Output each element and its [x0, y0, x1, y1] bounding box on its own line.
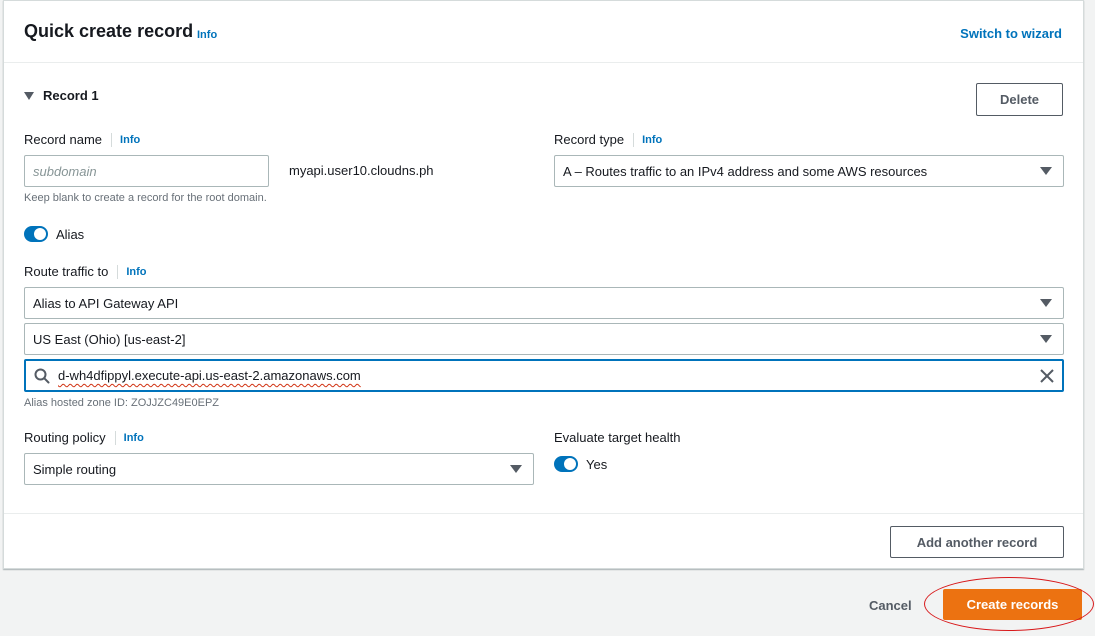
evaluate-health-yes-label: Yes: [586, 457, 608, 472]
switch-to-wizard-link[interactable]: Switch to wizard: [960, 26, 1062, 41]
record-type-label: Record type: [554, 132, 625, 147]
evaluate-health-label: Evaluate target health: [554, 430, 681, 445]
region-select[interactable]: US East (Ohio) [us-east-2]: [24, 323, 1064, 355]
label-separator: [633, 132, 635, 147]
route-traffic-label-row: Route traffic to Info: [24, 264, 146, 279]
record-title: Record 1: [43, 88, 99, 103]
close-icon[interactable]: [1040, 369, 1054, 383]
create-records-button[interactable]: Create records: [943, 589, 1082, 620]
evaluate-health-toggle[interactable]: [554, 456, 578, 472]
add-another-record-button[interactable]: Add another record: [890, 526, 1064, 558]
routing-policy-label: Routing policy: [24, 430, 106, 445]
record-name-info-link[interactable]: Info: [120, 134, 140, 146]
routing-policy-value: Simple routing: [33, 461, 117, 477]
record-type-info-link[interactable]: Info: [642, 134, 662, 146]
endpoint-search-input[interactable]: d-wh4dfippyl.execute-api.us-east-2.amazo…: [24, 359, 1064, 392]
record-1-expander[interactable]: Record 1: [24, 88, 99, 103]
region-value: US East (Ohio) [us-east-2]: [33, 331, 186, 347]
page-title: Quick create record: [24, 21, 194, 41]
endpoint-value: Alias to API Gateway API: [33, 295, 179, 311]
record-type-label-row: Record type Info: [554, 132, 662, 147]
record-name-label-row: Record name Info: [24, 132, 140, 147]
routing-policy-info-link[interactable]: Info: [124, 432, 144, 444]
dropdown-arrow-icon: [1040, 167, 1052, 175]
cancel-button[interactable]: Cancel: [869, 598, 912, 613]
search-icon: [34, 368, 50, 383]
alias-label: Alias: [56, 227, 85, 242]
delete-button[interactable]: Delete: [976, 83, 1063, 116]
toggle-knob: [34, 228, 46, 240]
dropdown-arrow-icon: [510, 465, 522, 473]
dropdown-arrow-icon: [1040, 299, 1052, 307]
label-separator: [117, 264, 119, 279]
record-name-label: Record name: [24, 132, 103, 147]
dropdown-arrow-icon: [1040, 335, 1052, 343]
alias-toggle[interactable]: [24, 226, 48, 242]
domain-suffix: myapi.user10.cloudns.ph: [289, 163, 434, 178]
section-divider: [4, 513, 1083, 514]
routing-policy-label-row: Routing policy Info: [24, 430, 144, 445]
route-traffic-info-link[interactable]: Info: [126, 266, 146, 278]
caret-down-icon: [24, 91, 34, 100]
routing-policy-select[interactable]: Simple routing: [24, 453, 534, 485]
route-traffic-label: Route traffic to: [24, 264, 109, 279]
panel-header: Quick create record Info Switch to wizar…: [4, 1, 1083, 63]
label-separator: [114, 430, 116, 445]
quick-create-panel: Quick create record Info Switch to wizar…: [3, 0, 1084, 569]
toggle-knob: [564, 458, 576, 470]
record-type-select[interactable]: A – Routes traffic to an IPv4 address an…: [554, 155, 1064, 187]
record-type-value: A – Routes traffic to an IPv4 address an…: [563, 163, 928, 179]
endpoint-select[interactable]: Alias to API Gateway API: [24, 287, 1064, 319]
record-name-input[interactable]: [24, 155, 269, 187]
title-info-link[interactable]: Info: [197, 29, 217, 41]
record-name-hint: Keep blank to create a record for the ro…: [24, 192, 267, 204]
hosted-zone-id: Alias hosted zone ID: ZOJJZC49E0EPZ: [24, 397, 220, 409]
label-separator: [111, 132, 113, 147]
search-value: d-wh4dfippyl.execute-api.us-east-2.amazo…: [58, 368, 361, 383]
